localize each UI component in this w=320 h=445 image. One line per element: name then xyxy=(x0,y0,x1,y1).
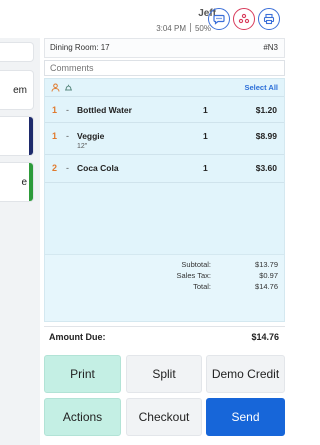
totals-box: Subtotal: $13.79 Sales Tax: $0.97 Total:… xyxy=(44,254,285,322)
item-name: Bottled Water xyxy=(77,105,132,115)
printer-icon xyxy=(263,13,275,25)
tax-line: Sales Tax: $0.97 xyxy=(45,271,284,282)
clock-time: 3:04 PM xyxy=(156,24,186,33)
chat-button[interactable] xyxy=(208,8,230,30)
subtotal-line: Subtotal: $13.79 xyxy=(45,260,284,271)
dining-room-label: Dining Room: 17 xyxy=(50,43,110,52)
item-quantity: 1 xyxy=(203,131,208,141)
demo-credit-button[interactable]: Demo Credit xyxy=(206,355,285,393)
menu-tile-label: em xyxy=(13,85,27,96)
select-all-link[interactable]: Select All xyxy=(245,83,279,92)
seat-number: 2 xyxy=(52,163,58,173)
order-item-row[interactable]: 1 - Bottled Water 1 $1.20 xyxy=(45,97,284,123)
menu-tile[interactable]: e xyxy=(0,162,34,202)
item-separator: - xyxy=(66,105,69,115)
item-price: $8.99 xyxy=(255,131,277,141)
total-line: Total: $14.76 xyxy=(45,282,284,293)
battery-level: 50% xyxy=(194,24,211,33)
seat-number: 1 xyxy=(52,131,58,141)
order-number: #N3 xyxy=(263,43,278,52)
menu-tile-label: e xyxy=(21,177,27,188)
top-bar: Jeff 3:04 PM 50% xyxy=(0,0,289,38)
print-button[interactable]: Print xyxy=(44,355,121,393)
subtotal-label: Subtotal: xyxy=(181,260,211,269)
item-separator: - xyxy=(66,131,69,141)
order-panel: Dining Room: 17 #N3 Select All 1 - Bottl… xyxy=(44,38,285,343)
status-info: 3:04 PM 50% xyxy=(156,23,211,33)
item-separator: - xyxy=(66,163,69,173)
tile-color-bar xyxy=(29,117,33,155)
item-name: Coca Cola xyxy=(77,163,119,173)
item-modifier: 12" xyxy=(77,143,88,150)
item-quantity: 1 xyxy=(203,163,208,173)
menu-search-box[interactable] xyxy=(0,42,34,62)
total-value: $14.76 xyxy=(255,282,278,291)
total-label: Total: xyxy=(193,282,211,291)
order-header: Dining Room: 17 #N3 xyxy=(44,38,285,58)
amount-due-label: Amount Due: xyxy=(49,332,106,342)
tile-color-bar xyxy=(29,163,33,201)
checkout-button[interactable]: Checkout xyxy=(126,398,202,436)
printer-button[interactable] xyxy=(258,8,280,30)
order-item-row[interactable]: 1 - Veggie 12" 1 $8.99 xyxy=(45,123,284,155)
amount-due-value: $14.76 xyxy=(251,332,279,342)
item-name: Veggie xyxy=(77,131,105,141)
tax-label: Sales Tax: xyxy=(176,271,211,280)
tax-value: $0.97 xyxy=(259,271,278,280)
users-icon xyxy=(238,13,250,24)
divider xyxy=(189,23,191,32)
amount-due-bar: Amount Due: $14.76 xyxy=(44,326,285,346)
course-icon[interactable] xyxy=(64,83,73,92)
item-price: $3.60 xyxy=(255,163,277,173)
subtotal-value: $13.79 xyxy=(255,260,278,269)
users-button[interactable] xyxy=(233,8,255,30)
menu-tile[interactable]: em xyxy=(0,70,34,110)
menu-strip: em e xyxy=(0,38,40,445)
chat-icon xyxy=(213,14,225,25)
send-button[interactable]: Send xyxy=(206,398,285,436)
item-quantity: 1 xyxy=(203,105,208,115)
person-icon[interactable] xyxy=(51,83,60,92)
split-button[interactable]: Split xyxy=(126,355,202,393)
menu-tile[interactable] xyxy=(0,116,34,156)
item-price: $1.20 xyxy=(255,105,277,115)
actions-button[interactable]: Actions xyxy=(44,398,121,436)
order-item-row[interactable]: 2 - Coca Cola 1 $3.60 xyxy=(45,155,284,183)
seat-number: 1 xyxy=(52,105,58,115)
items-toolbar: Select All xyxy=(45,79,284,97)
comments-input[interactable] xyxy=(44,60,285,76)
